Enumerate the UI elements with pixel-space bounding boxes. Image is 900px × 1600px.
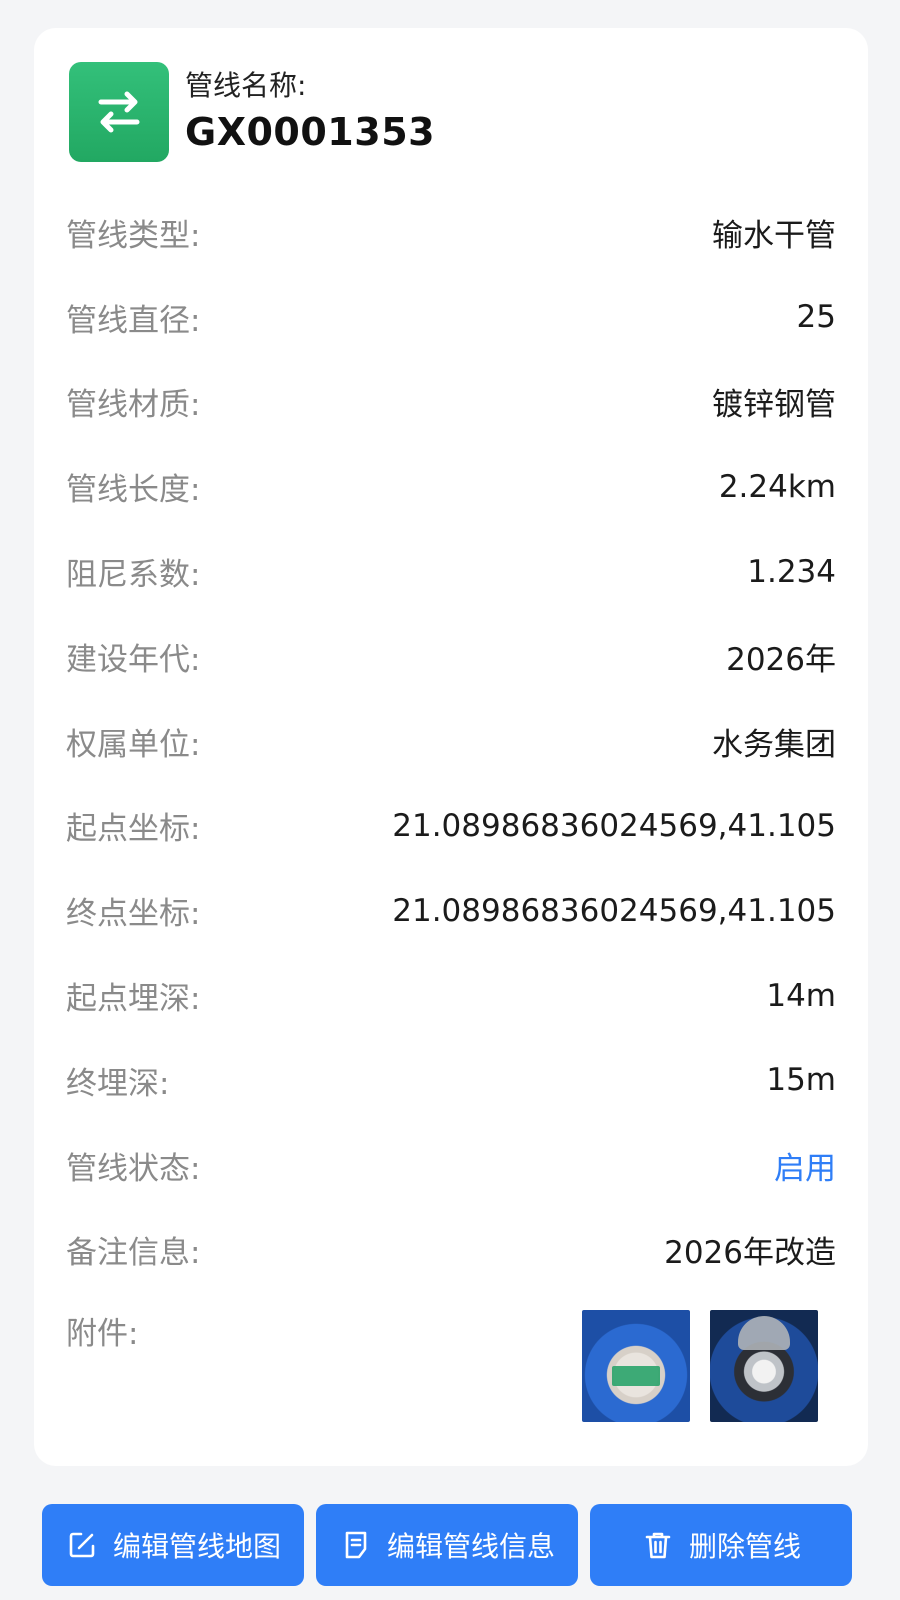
detail-row-build-year: 建设年代: 2026年 — [66, 614, 836, 699]
detail-value: 15m — [766, 1062, 836, 1099]
detail-label: 终点坐标: — [66, 896, 201, 933]
detail-label: 管线长度: — [66, 472, 201, 509]
attachments-label: 附件: — [66, 1316, 139, 1352]
attachment-thumbnail-2[interactable] — [710, 1310, 818, 1422]
edit-pipeline-info-button[interactable]: 编辑管线信息 — [316, 1504, 578, 1586]
pipeline-detail-card: 管线名称: GX0001353 管线类型: 输水干管 管线直径: 25 管线材质… — [34, 28, 868, 1466]
detail-label: 管线直径: — [66, 302, 201, 339]
detail-row-type: 管线类型: 输水干管 — [66, 190, 836, 275]
detail-value: 2026年 — [726, 641, 836, 678]
detail-label: 建设年代: — [66, 641, 201, 678]
detail-row-length: 管线长度: 2.24km — [66, 444, 836, 529]
detail-row-start-depth: 起点埋深: 14m — [66, 953, 836, 1038]
detail-label: 管线材质: — [66, 387, 201, 424]
detail-row-damping: 阻尼系数: 1.234 — [66, 529, 836, 614]
pipeline-title-block: 管线名称: GX0001353 — [185, 62, 435, 158]
detail-value: 2026年改造 — [664, 1235, 836, 1272]
detail-value: 21.08986836024569,41.105 — [392, 892, 836, 929]
detail-label: 管线类型: — [66, 217, 201, 254]
delete-pipeline-button[interactable]: 删除管线 — [590, 1504, 852, 1586]
pipeline-name-value: GX0001353 — [185, 110, 436, 154]
detail-row-end-coord: 终点坐标: 21.08986836024569,41.105 — [66, 868, 836, 953]
detail-label: 备注信息: — [66, 1235, 201, 1272]
detail-value: 输水干管 — [712, 217, 836, 254]
detail-label: 起点坐标: — [66, 811, 201, 848]
detail-row-start-coord: 起点坐标: 21.08986836024569,41.105 — [66, 784, 836, 869]
edit-icon — [65, 1528, 99, 1562]
action-bar: 编辑管线地图 编辑管线信息 删除管线 — [42, 1504, 852, 1586]
detail-list: 管线类型: 输水干管 管线直径: 25 管线材质: 镀锌钢管 管线长度: 2.2… — [66, 190, 836, 1292]
detail-value: 2.24km — [718, 468, 836, 505]
detail-value: 水务集团 — [712, 726, 836, 763]
delete-pipeline-label: 删除管线 — [688, 1530, 801, 1563]
detail-label: 阻尼系数: — [66, 557, 201, 594]
detail-value: 25 — [796, 299, 836, 336]
detail-row-owner: 权属单位: 水务集团 — [66, 699, 836, 784]
detail-row-remarks: 备注信息: 2026年改造 — [66, 1208, 836, 1293]
status-value: 启用 — [774, 1150, 836, 1187]
attachments-row: 附件: — [66, 1310, 836, 1424]
pipeline-header: 管线名称: GX0001353 — [69, 62, 435, 162]
document-icon — [339, 1528, 373, 1562]
detail-row-diameter: 管线直径: 25 — [66, 275, 836, 360]
detail-row-material: 管线材质: 镀锌钢管 — [66, 360, 836, 445]
edit-pipeline-info-label: 编辑管线信息 — [386, 1530, 555, 1563]
detail-label: 起点埋深: — [66, 981, 201, 1018]
swap-arrows-icon — [69, 62, 169, 162]
edit-pipeline-map-label: 编辑管线地图 — [112, 1530, 281, 1563]
detail-value: 镀锌钢管 — [712, 387, 836, 424]
detail-row-end-depth: 终埋深: 15m — [66, 1038, 836, 1123]
detail-value: 1.234 — [747, 553, 836, 590]
detail-value: 14m — [766, 977, 836, 1014]
detail-row-status: 管线状态: 启用 — [66, 1123, 836, 1208]
attachment-thumbnail-1[interactable] — [582, 1310, 690, 1422]
trash-icon — [641, 1528, 675, 1562]
attachment-thumbnails — [582, 1310, 818, 1422]
detail-label: 管线状态: — [66, 1150, 201, 1187]
edit-pipeline-map-button[interactable]: 编辑管线地图 — [42, 1504, 304, 1586]
detail-label: 终埋深: — [66, 1065, 170, 1102]
pipeline-name-label: 管线名称: — [185, 69, 307, 102]
detail-value: 21.08986836024569,41.105 — [392, 807, 836, 844]
detail-label: 权属单位: — [66, 726, 201, 763]
